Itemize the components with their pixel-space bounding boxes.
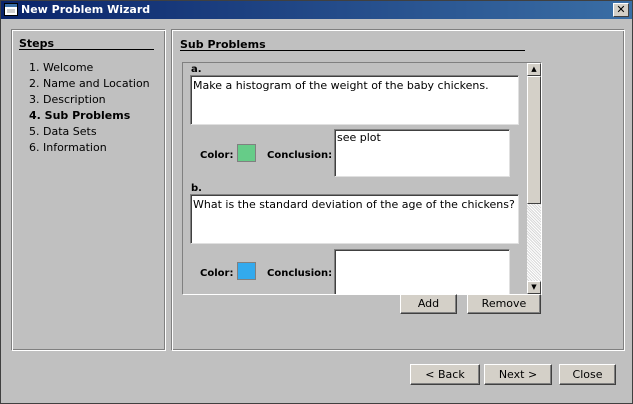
scroll-up-icon[interactable]: ▲	[527, 63, 541, 76]
steps-panel: Steps 1. Welcome 2. Name and Location 3.…	[11, 29, 166, 351]
sub-problems-panel: Sub Problems a. Make a histogram of the …	[171, 29, 625, 351]
subproblem-a-color-swatch[interactable]	[237, 144, 256, 162]
step-information: 6. Information	[29, 141, 107, 154]
subproblem-b-conclusion-label: Conclusion:	[267, 268, 333, 279]
close-icon: ✕	[616, 3, 626, 16]
scroll-down-icon[interactable]: ▼	[527, 281, 541, 294]
close-button[interactable]: Close	[559, 364, 616, 385]
remove-button[interactable]: Remove	[467, 294, 541, 314]
step-sub-problems: 4. Sub Problems	[29, 109, 131, 122]
close-window-button[interactable]: ✕	[613, 3, 629, 17]
steps-divider	[19, 49, 154, 50]
subproblem-b-text-field[interactable]: What is the standard deviation of the ag…	[190, 194, 519, 244]
title-bar: New Problem Wizard ✕	[1, 1, 632, 19]
add-button[interactable]: Add	[400, 294, 457, 314]
vertical-scrollbar[interactable]: ▲ ▼	[527, 63, 541, 294]
subproblem-a-text-field[interactable]: Make a histogram of the weight of the ba…	[190, 75, 519, 125]
subproblem-a-label: a.	[191, 64, 202, 75]
subproblem-b-label: b.	[191, 183, 202, 194]
scroll-track[interactable]	[527, 204, 541, 281]
step-description: 3. Description	[29, 93, 106, 106]
subproblem-b-color-swatch[interactable]	[237, 262, 256, 280]
subproblem-b-color-label: Color:	[200, 268, 234, 279]
subproblem-a-conclusion-label: Conclusion:	[267, 150, 333, 161]
subproblem-a-conclusion-field[interactable]: see plot	[334, 129, 510, 177]
window-title: New Problem Wizard	[21, 3, 151, 16]
scroll-thumb[interactable]	[527, 76, 541, 204]
back-button[interactable]: < Back	[410, 364, 480, 385]
step-name-and-location: 2. Name and Location	[29, 77, 150, 90]
sub-problems-list[interactable]: a. Make a histogram of the weight of the…	[182, 62, 542, 295]
next-button[interactable]: Next >	[484, 364, 552, 385]
app-icon	[4, 3, 18, 16]
step-data-sets: 5. Data Sets	[29, 125, 97, 138]
subproblem-a-color-label: Color:	[200, 150, 234, 161]
step-welcome: 1. Welcome	[29, 61, 94, 74]
wizard-window: New Problem Wizard ✕ Steps 1. Welcome 2.…	[0, 0, 633, 404]
sub-problems-divider	[180, 50, 525, 51]
subproblem-b-conclusion-field[interactable]	[334, 249, 510, 294]
